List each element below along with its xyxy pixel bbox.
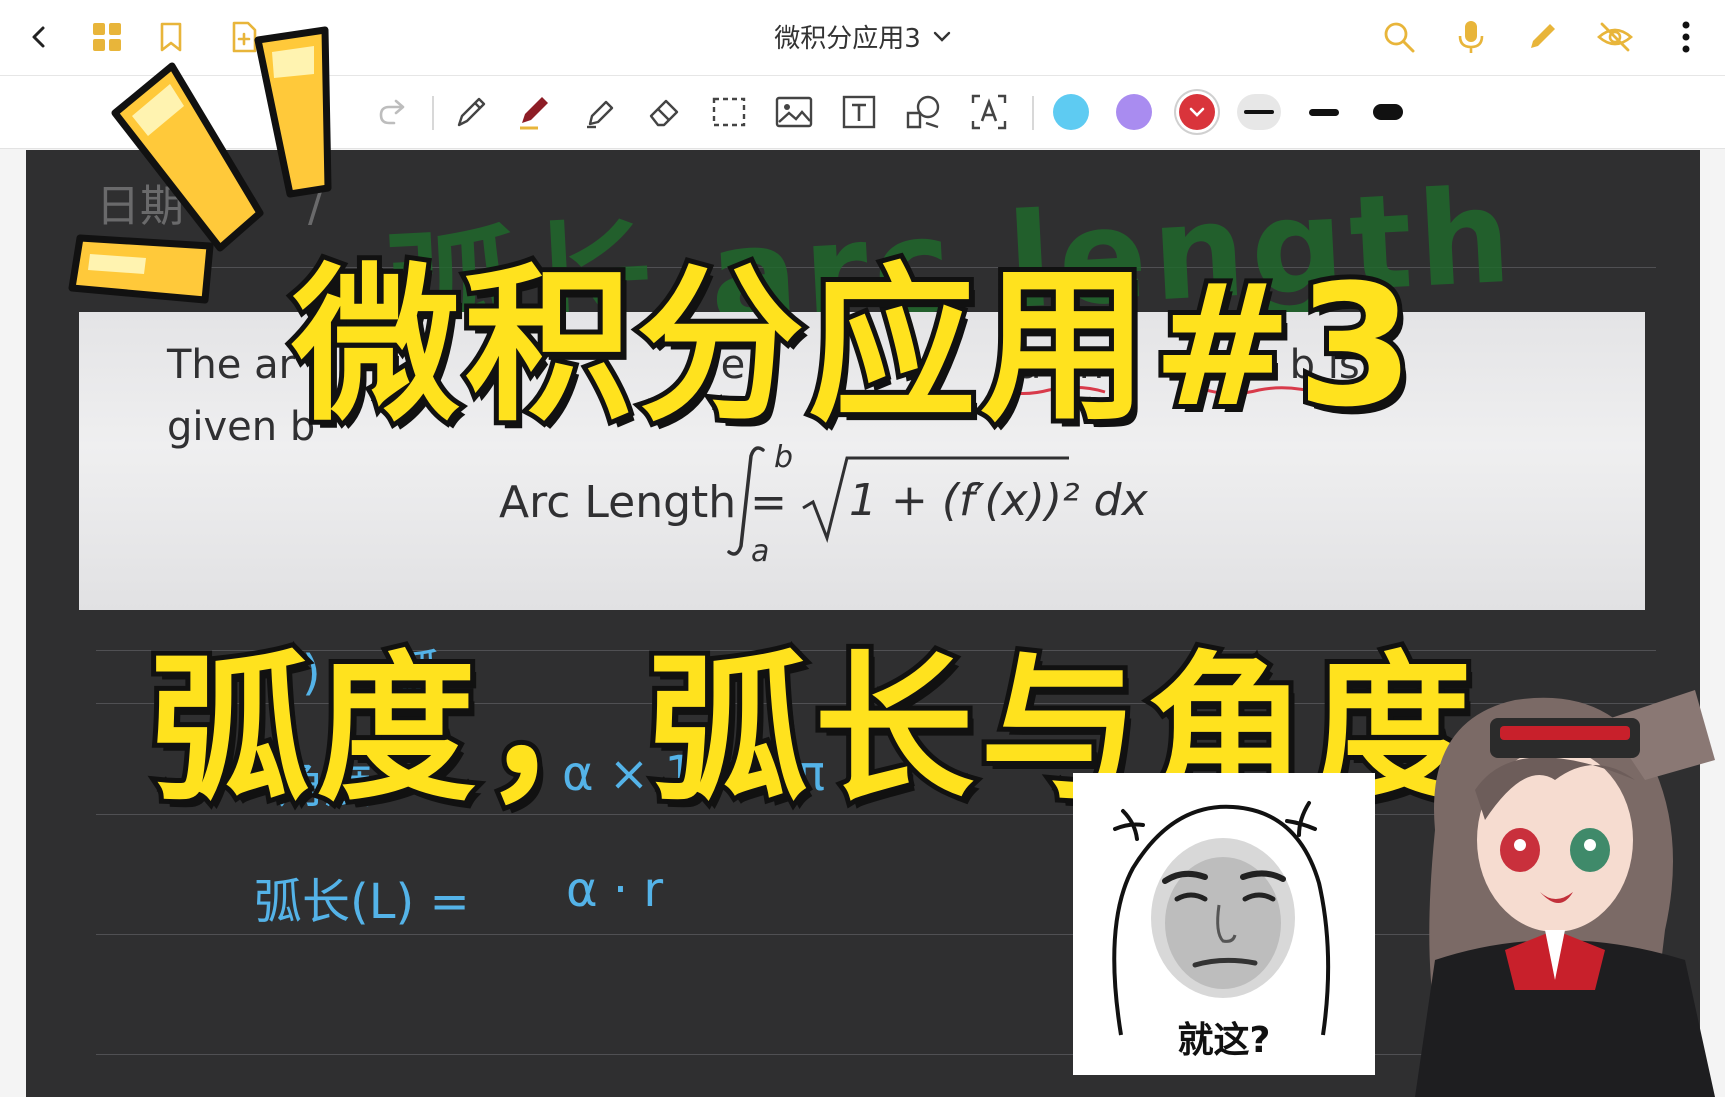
eraser-icon	[649, 99, 679, 127]
highlighter-icon	[587, 100, 614, 129]
lasso-select-tool[interactable]	[706, 89, 752, 135]
chevron-down-icon	[1189, 107, 1205, 117]
toolbar-divider	[432, 96, 434, 130]
vtuber-avatar-illustration	[1415, 690, 1715, 1097]
handwritten-line-3-right: α · r	[566, 862, 664, 918]
pencil-icon	[457, 97, 486, 127]
stroke-preview	[1309, 108, 1339, 116]
microphone-icon	[1458, 21, 1484, 53]
integral-sign	[727, 446, 765, 556]
formula-body: 1 + (f′(x))² dx	[849, 475, 1148, 526]
stroke-thin-selected[interactable]	[1237, 94, 1281, 130]
shape-tool[interactable]	[900, 89, 946, 135]
meme-sticker: 就这?	[1073, 773, 1375, 1075]
color-swatch-cyan[interactable]	[1053, 94, 1089, 130]
redo-icon	[379, 99, 405, 125]
stroke-thick[interactable]	[1366, 94, 1410, 130]
ocr-text-icon	[971, 94, 1007, 130]
pen-mode-button[interactable]	[1519, 14, 1565, 60]
toolbar-divider	[1032, 96, 1034, 130]
image-icon	[775, 96, 813, 128]
document-title-dropdown[interactable]: 微积分应用3	[700, 18, 1025, 55]
lasso-select-icon	[712, 97, 746, 127]
image-tool[interactable]	[771, 89, 817, 135]
chevron-down-icon	[933, 31, 950, 42]
eye-off-icon	[1597, 22, 1633, 52]
stroke-medium[interactable]	[1302, 94, 1346, 130]
text-box-tool[interactable]	[836, 89, 882, 135]
more-menu-button[interactable]	[1663, 14, 1709, 60]
integral-lower-limit: a	[751, 534, 770, 569]
pencil-tool[interactable]	[448, 89, 494, 135]
pen-icon	[520, 97, 548, 130]
pen-icon	[1531, 24, 1555, 48]
highlighter-tool[interactable]	[577, 89, 623, 135]
microphone-button[interactable]	[1448, 14, 1494, 60]
back-button[interactable]	[16, 14, 62, 60]
search-button[interactable]	[1376, 14, 1422, 60]
overlay-title-line-1: 微积分应用#3	[287, 243, 1419, 449]
document-title: 微积分应用3	[774, 24, 921, 54]
stroke-preview	[1373, 104, 1403, 120]
stroke-preview	[1244, 110, 1274, 114]
chevron-left-icon	[32, 26, 45, 48]
eraser-tool[interactable]	[641, 89, 687, 135]
text-box-icon	[842, 95, 876, 129]
color-swatch-purple[interactable]	[1116, 94, 1152, 130]
definition-line1-start: The ar	[167, 342, 296, 388]
ocr-text-tool[interactable]	[966, 89, 1012, 135]
hide-toggle-button[interactable]	[1592, 14, 1638, 60]
search-icon	[1384, 22, 1415, 53]
handwritten-line-3-left: 弧长(L) =	[254, 874, 470, 930]
pen-tool[interactable]	[512, 89, 558, 135]
meme-caption: 就这?	[1177, 1020, 1271, 1061]
color-swatch-red-selected[interactable]	[1179, 94, 1215, 130]
more-vertical-icon	[1682, 21, 1690, 53]
shape-icon	[906, 95, 940, 129]
